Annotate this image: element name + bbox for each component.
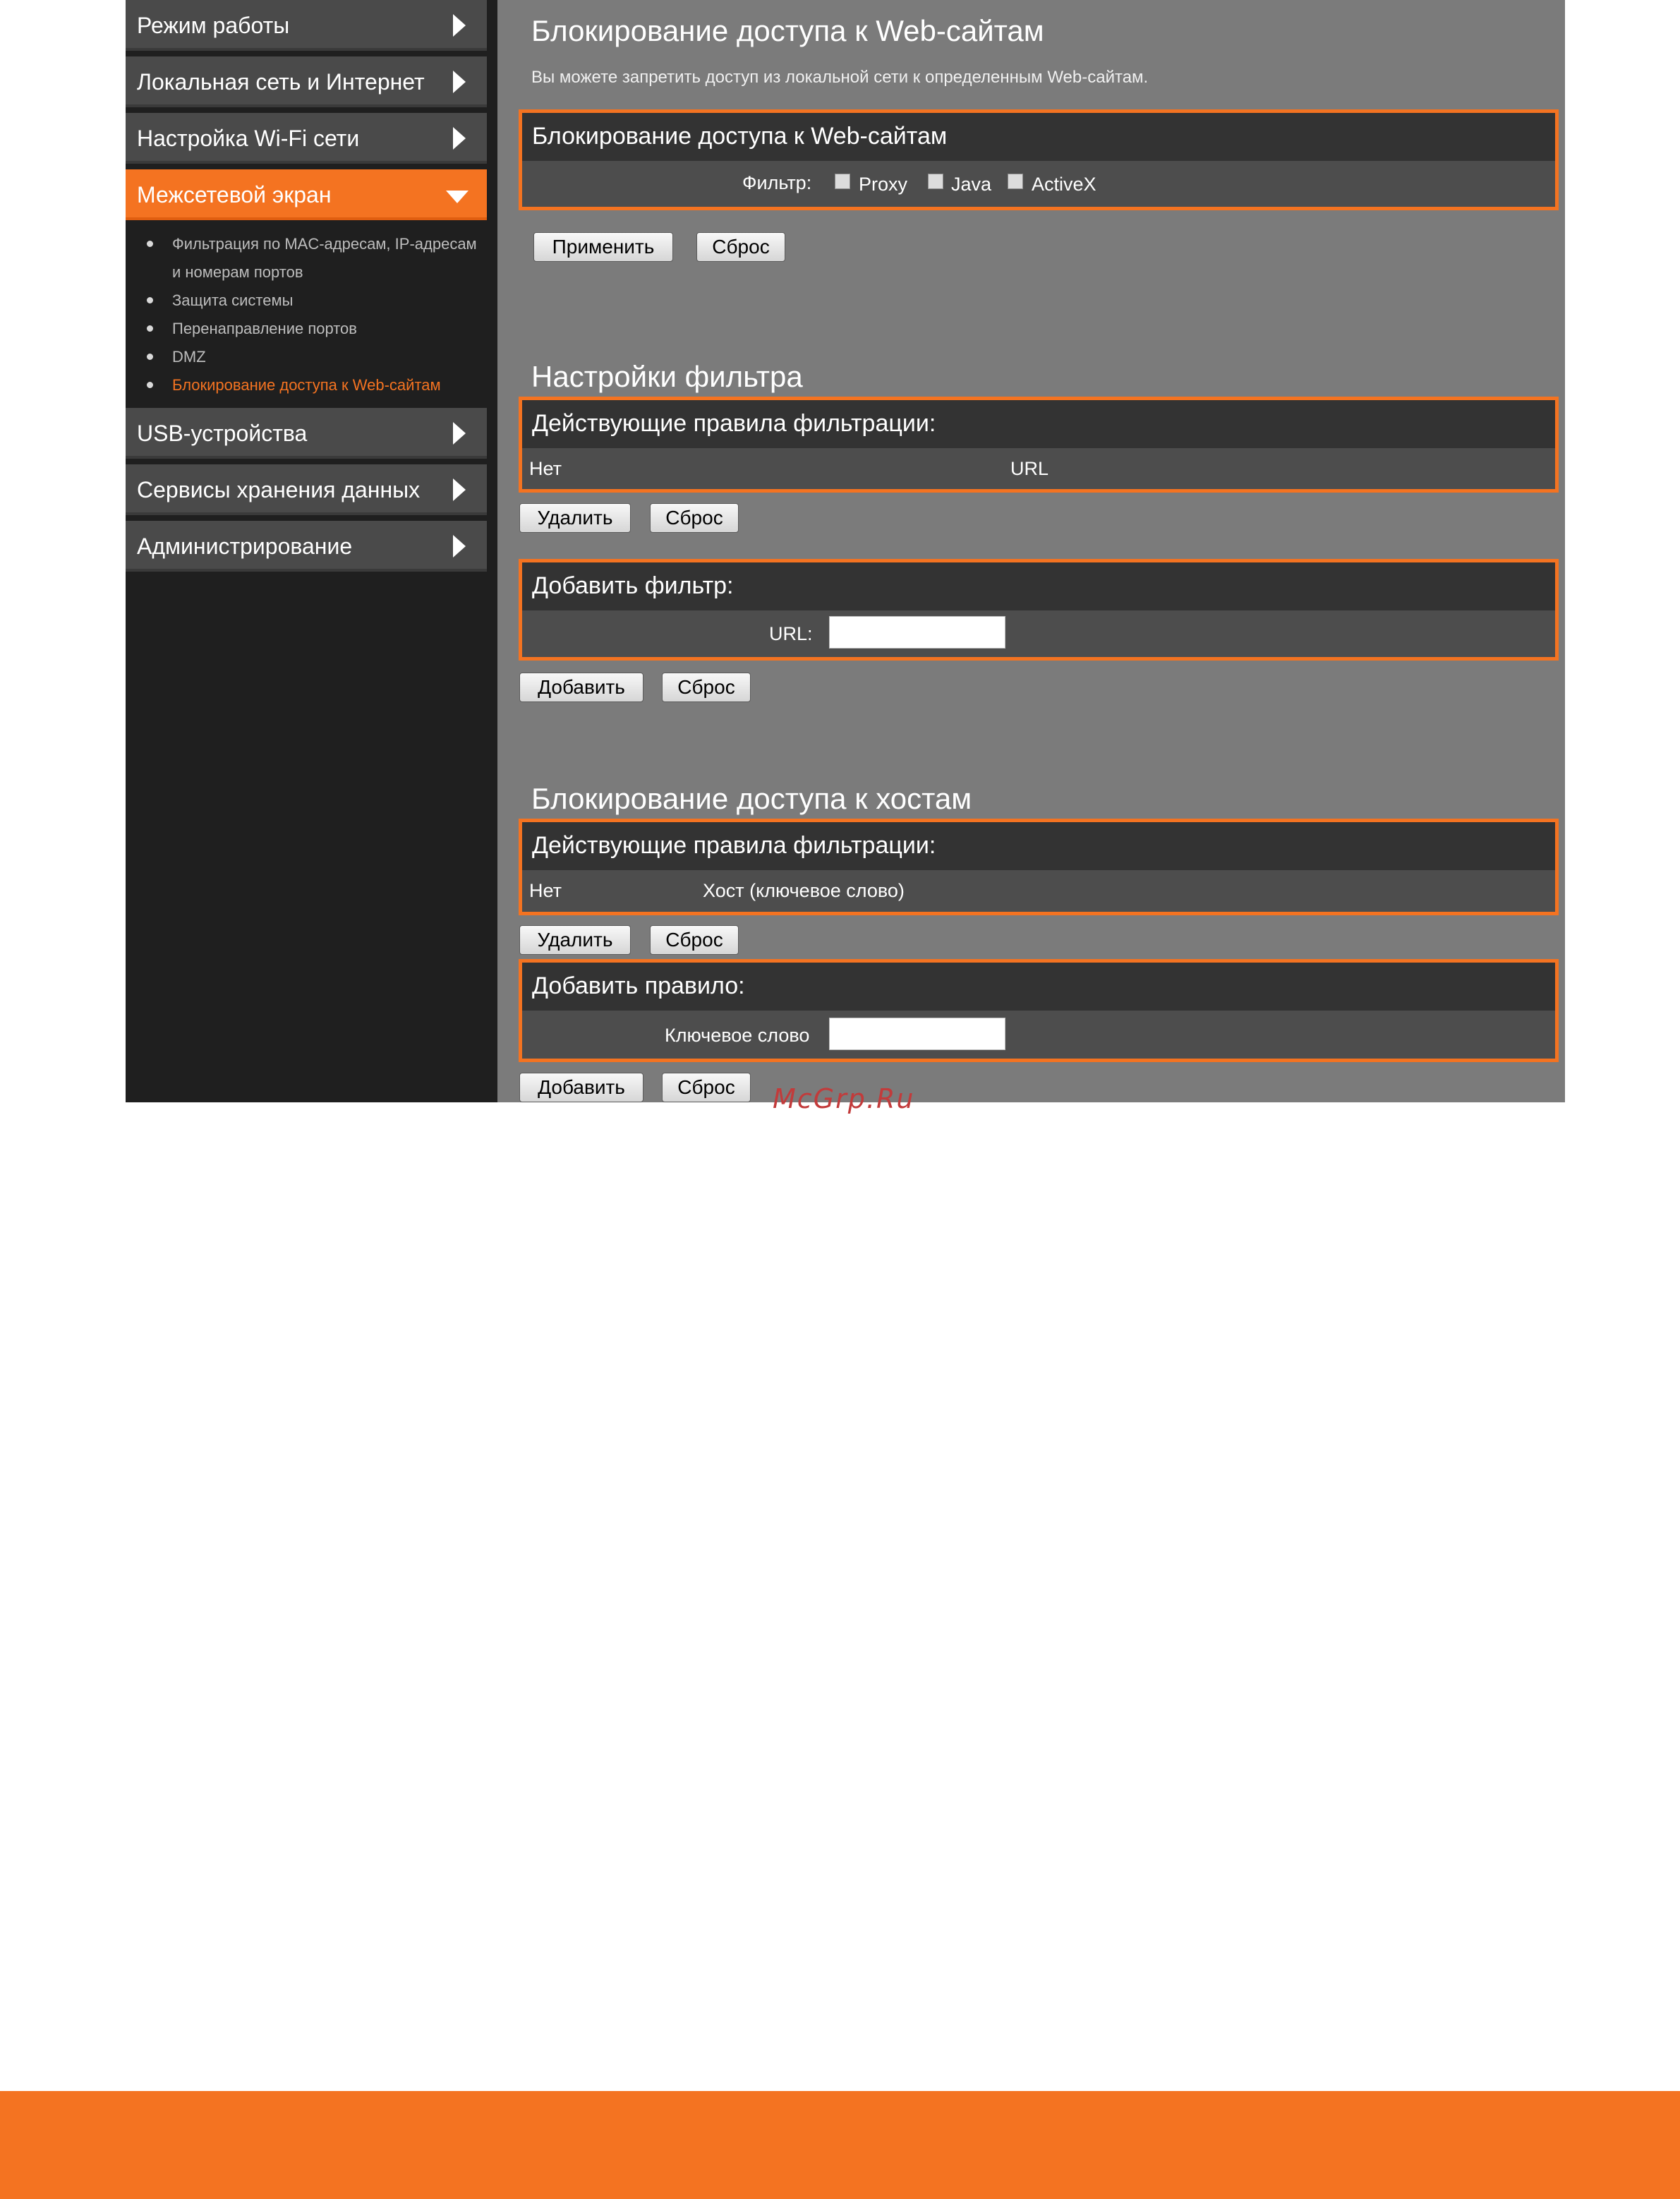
filter-options-row: Фильтр: Proxy Java ActiveX [522, 161, 1555, 207]
proxy-label: Proxy [859, 174, 908, 195]
column-none: Нет [529, 880, 562, 901]
rules-table-header: Нет URL [522, 448, 1555, 489]
sidebar-item-label: Локальная сеть и Интернет [137, 69, 425, 95]
sidebar: Режим работы Локальная сеть и Интернет Н… [126, 0, 497, 1102]
column-url: URL [1010, 458, 1049, 479]
sidebar-item-mode[interactable]: Режим работы [126, 0, 487, 51]
panel-header: Добавить фильтр: [522, 562, 1555, 610]
bullet-icon [147, 297, 153, 303]
footer-bar [0, 2091, 1680, 2199]
filter-rules-panel: Действующие правила фильтрации: Нет URL [519, 397, 1559, 493]
panel-header-title: Блокирование доступа к Web-сайтам [532, 123, 948, 150]
sidebar-item-label: Сервисы хранения данных [137, 477, 421, 502]
sidebar-item-label: Режим работы [137, 13, 290, 38]
bullet-icon [147, 354, 153, 360]
chevron-right-icon [453, 14, 466, 37]
sidebar-subitem-label: Фильтрация по MAC-адресам, IP-адресам [172, 235, 477, 253]
sidebar-subitem-label: DMZ [172, 348, 206, 366]
chevron-right-icon [453, 478, 466, 501]
rules-table-header: Нет Хост (ключевое слово) [522, 870, 1555, 912]
page-title: Блокирование доступа к Web-сайтам [531, 14, 1044, 47]
sidebar-item-label: Межсетевой экран [137, 182, 332, 207]
sidebar-item-admin[interactable]: Администрирование [126, 521, 487, 572]
reset-button[interactable]: Сброс [650, 503, 739, 533]
chevron-right-icon [453, 535, 466, 558]
bullet-icon [147, 325, 153, 332]
apply-button[interactable]: Применить [533, 232, 673, 262]
sidebar-item-firewall[interactable]: Межсетевой экран [126, 169, 487, 220]
activex-label: ActiveX [1032, 174, 1096, 195]
delete-button[interactable]: Удалить [519, 925, 631, 955]
url-label: URL: [769, 623, 813, 644]
bullet-icon [147, 241, 153, 247]
reset-button[interactable]: Сброс [662, 673, 751, 702]
host-block-title: Блокирование доступа к хостам [531, 782, 972, 815]
sidebar-item-storage[interactable]: Сервисы хранения данных [126, 464, 487, 515]
page-description: Вы можете запретить доступ из локальной … [531, 68, 1149, 87]
sidebar-item-label: USB-устройства [137, 421, 308, 446]
filter-settings-title: Настройки фильтра [531, 360, 803, 393]
main-content: Блокирование доступа к Web-сайтам Вы мож… [497, 0, 1565, 1102]
panel-header: Действующие правила фильтрации: [522, 400, 1555, 448]
panel-header-title: Добавить правило: [532, 972, 745, 999]
bullet-icon [147, 382, 153, 388]
delete-button[interactable]: Удалить [519, 503, 631, 533]
column-none: Нет [529, 458, 562, 479]
chevron-right-icon [453, 422, 466, 445]
keyword-label: Ключевое слово [665, 1025, 810, 1046]
add-rule-panel: Добавить правило: Ключевое слово [519, 959, 1559, 1062]
add-filter-panel: Добавить фильтр: URL: [519, 559, 1559, 661]
sidebar-item-wifi[interactable]: Настройка Wi-Fi сети [126, 113, 487, 164]
sidebar-subitem-label: Перенаправление портов [172, 320, 357, 337]
url-input[interactable] [829, 616, 1005, 649]
sidebar-subitem-label: Защита системы [172, 291, 294, 309]
reset-button[interactable]: Сброс [650, 925, 739, 955]
sidebar-subitem-label: Блокирование доступа к Web-сайтам [172, 376, 441, 394]
chevron-right-icon [453, 71, 466, 93]
filter-label: Фильтр: [742, 172, 812, 193]
host-rules-panel: Действующие правила фильтрации: Нет Хост… [519, 819, 1559, 915]
panel-header: Действующие правила фильтрации: [522, 822, 1555, 870]
watermark-text: McGrp.Ru [773, 1083, 915, 1114]
panel-header: Блокирование доступа к Web-сайтам [522, 113, 1555, 161]
web-block-panel: Блокирование доступа к Web-сайтам Фильтр… [519, 109, 1559, 210]
add-button[interactable]: Добавить [519, 1073, 643, 1102]
java-checkbox[interactable] [928, 174, 943, 189]
chevron-right-icon [453, 127, 466, 150]
panel-header: Добавить правило: [522, 963, 1555, 1011]
proxy-checkbox[interactable] [835, 174, 850, 189]
add-button[interactable]: Добавить [519, 673, 643, 702]
url-row: URL: [522, 610, 1555, 657]
java-label: Java [951, 174, 992, 195]
keyword-row: Ключевое слово [522, 1011, 1555, 1059]
chevron-down-icon [446, 191, 469, 203]
panel-header-title: Добавить фильтр: [532, 572, 734, 599]
router-settings-screenshot: Режим работы Локальная сеть и Интернет Н… [126, 0, 1565, 1102]
sidebar-subitem-label: и номерам портов [172, 263, 303, 281]
column-host: Хост (ключевое слово) [703, 880, 905, 901]
reset-button[interactable]: Сброс [696, 232, 785, 262]
reset-button[interactable]: Сброс [662, 1073, 751, 1102]
keyword-input[interactable] [829, 1018, 1005, 1050]
panel-header-title: Действующие правила фильтрации: [532, 832, 936, 859]
activex-checkbox[interactable] [1008, 174, 1023, 189]
sidebar-item-lan-internet[interactable]: Локальная сеть и Интернет [126, 56, 487, 107]
panel-header-title: Действующие правила фильтрации: [532, 410, 936, 437]
sidebar-item-label: Администрирование [137, 534, 353, 559]
sidebar-item-label: Настройка Wi-Fi сети [137, 126, 360, 151]
sidebar-item-usb[interactable]: USB-устройства [126, 408, 487, 459]
